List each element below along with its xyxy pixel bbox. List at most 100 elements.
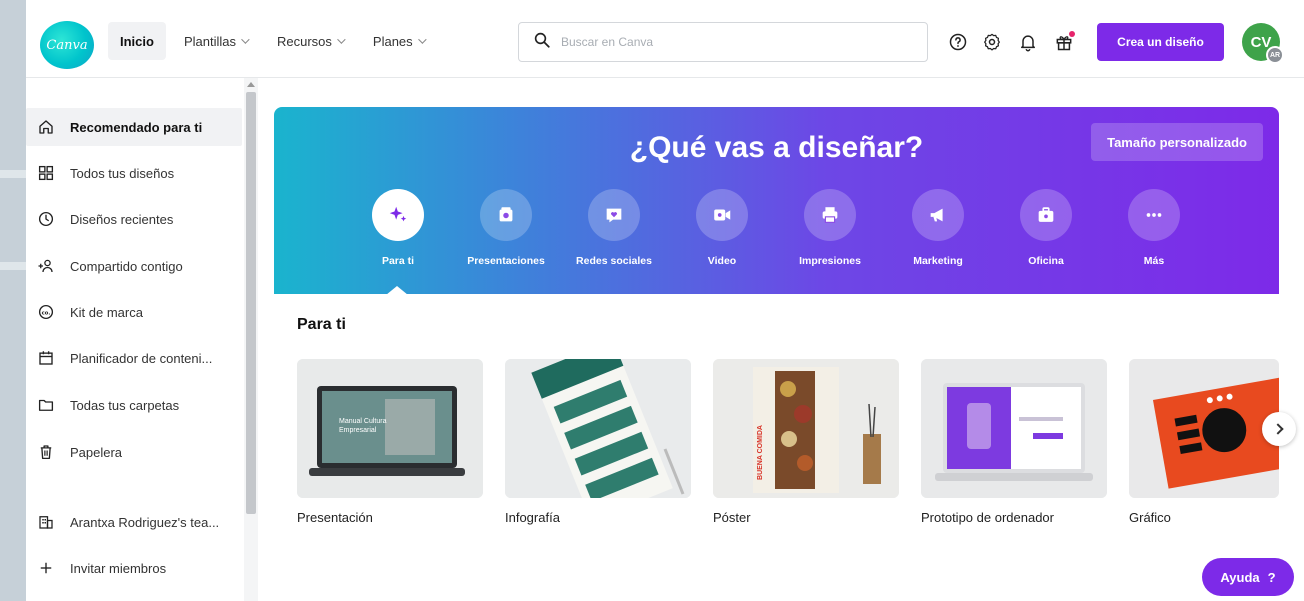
background-stripe (0, 262, 26, 270)
chevron-down-icon (417, 35, 427, 44)
calendar-icon (36, 348, 56, 368)
design-card-grafico[interactable]: Gráfico (1129, 359, 1279, 525)
category-label: Presentaciones (467, 255, 545, 267)
card-label: Gráfico (1129, 510, 1171, 525)
card-label: Infografía (505, 510, 560, 525)
help-label: Ayuda (1220, 569, 1260, 585)
printer-icon (804, 189, 856, 241)
sidebar-item-label: Compartido contigo (70, 258, 183, 274)
infographic-thumbnail (505, 359, 691, 498)
category-redes-sociales[interactable]: Redes sociales (560, 189, 668, 267)
home-icon (36, 117, 56, 137)
heart-chat-icon (588, 189, 640, 241)
category-marketing[interactable]: Marketing (884, 189, 992, 267)
design-card-poster[interactable]: BUENA COMIDA Póster (713, 359, 899, 525)
team-avatar-badge: AR (1266, 46, 1284, 64)
design-card-infografia[interactable]: Infografía (505, 359, 691, 525)
sidebar-item-recommended[interactable]: Recomendado para ti (26, 108, 242, 146)
megaphone-icon (912, 189, 964, 241)
sidebar-item-label: Invitar miembros (70, 560, 167, 576)
video-icon (696, 189, 748, 241)
svg-text:co.: co. (42, 310, 51, 316)
sidebar-item-planner[interactable]: Planificador de conteni... (26, 339, 242, 377)
category-oficina[interactable]: Oficina (992, 189, 1100, 267)
design-card-prototipo[interactable]: Prototipo de ordenador (921, 359, 1107, 525)
help-icon[interactable] (946, 30, 970, 54)
category-presentaciones[interactable]: Presentaciones (452, 189, 560, 267)
category-label: Impresiones (799, 255, 861, 267)
nav-label: Plantillas (183, 33, 236, 49)
folder-icon (36, 395, 56, 415)
nav-item-recursos[interactable]: Recursos (265, 22, 355, 60)
section-title: Para ti (297, 316, 346, 333)
sidebar-item-brand-kit[interactable]: co. Kit de marca (26, 293, 242, 331)
avatar[interactable]: CV AR (1242, 23, 1284, 64)
design-card-presentacion[interactable]: Manual Cultura Empresarial Presentación (297, 359, 483, 525)
help-button[interactable]: Ayuda ? (1202, 558, 1294, 596)
category-label: Video (707, 255, 737, 267)
design-hero-banner: ¿Qué vas a diseñar? Tamaño personalizado… (274, 107, 1279, 295)
more-icon (1128, 189, 1180, 241)
carousel-next-button[interactable] (1262, 412, 1296, 446)
scrollbar-thumb[interactable] (246, 92, 256, 514)
custom-size-button[interactable]: Tamaño personalizado (1091, 123, 1263, 161)
card-label: Póster (713, 510, 751, 525)
background-window-edge (0, 0, 26, 601)
create-design-button[interactable]: Crea un diseño (1097, 23, 1224, 61)
nav-item-inicio[interactable]: Inicio (108, 22, 166, 60)
search-input[interactable] (561, 35, 901, 49)
sidebar-item-label: Todas tus carpetas (70, 397, 180, 413)
grid-icon (36, 163, 56, 183)
top-navbar: Canva Inicio Plantillas Recursos Planes … (26, 8, 1304, 78)
category-video[interactable]: Video (668, 189, 776, 267)
graphic-thumbnail (1129, 359, 1279, 498)
sidebar-item-label: Todos tus diseños (70, 165, 175, 181)
category-label: Redes sociales (576, 255, 652, 267)
brand-kit-icon: co. (36, 302, 56, 322)
question-mark-icon: ? (1267, 569, 1276, 585)
sparkle-icon (372, 189, 424, 241)
sidebar-item-shared[interactable]: Compartido contigo (26, 247, 242, 285)
background-stripe (0, 170, 26, 178)
trash-icon (36, 442, 56, 462)
sidebar-item-folders[interactable]: Todas tus carpetas (26, 386, 242, 424)
settings-icon[interactable] (980, 30, 1004, 54)
category-para-ti[interactable]: Para ti (344, 189, 452, 267)
sidebar-item-label: Recomendado para ti (70, 119, 203, 135)
presentation-thumbnail: Manual Cultura Empresarial (297, 359, 483, 498)
search-icon (533, 31, 551, 54)
sidebar-item-label: Papelera (70, 444, 123, 460)
recommended-section: Para ti Manual Cultura Empresarial Prese… (274, 294, 1279, 566)
thumbnail-text: BUENA COMIDA (757, 425, 764, 480)
logo-text: Canva (46, 37, 88, 53)
sidebar-item-label: Arantxa Rodriguez's tea... (70, 514, 220, 530)
sidebar: Recomendado para ti Todos tus diseños Di… (26, 78, 260, 601)
main-nav: Inicio Plantillas Recursos Planes (108, 22, 442, 60)
sidebar-item-invite[interactable]: Invitar miembros (26, 549, 242, 587)
sidebar-item-all-designs[interactable]: Todos tus diseños (26, 154, 242, 192)
poster-thumbnail: BUENA COMIDA (713, 359, 899, 498)
sidebar-item-label: Planificador de conteni... (70, 350, 213, 366)
chevron-down-icon (241, 35, 250, 44)
team-building-icon (36, 512, 56, 532)
search-bar[interactable] (518, 22, 928, 62)
scroll-up-arrow-icon[interactable] (247, 82, 255, 87)
bell-icon[interactable] (1016, 30, 1040, 54)
nav-label: Planes (372, 33, 413, 49)
nav-item-planes[interactable]: Planes (361, 22, 436, 60)
nav-item-plantillas[interactable]: Plantillas (172, 22, 259, 60)
nav-label: Recursos (276, 33, 332, 49)
category-label: Para ti (381, 255, 415, 267)
notification-dot (1069, 31, 1075, 37)
gift-icon[interactable] (1052, 30, 1076, 54)
category-impresiones[interactable]: Impresiones (776, 189, 884, 267)
sidebar-item-recent[interactable]: Diseños recientes (26, 200, 242, 238)
sidebar-item-team[interactable]: Arantxa Rodriguez's tea... (26, 503, 242, 541)
desktop-mockup-thumbnail (921, 359, 1107, 498)
card-label: Prototipo de ordenador (921, 510, 1054, 525)
thumbnail-text: Manual Cultura Empresarial (339, 418, 387, 434)
sidebar-item-trash[interactable]: Papelera (26, 433, 242, 471)
category-mas[interactable]: Más (1100, 189, 1208, 267)
chevron-down-icon (337, 35, 346, 44)
canva-logo[interactable]: Canva (40, 21, 94, 69)
